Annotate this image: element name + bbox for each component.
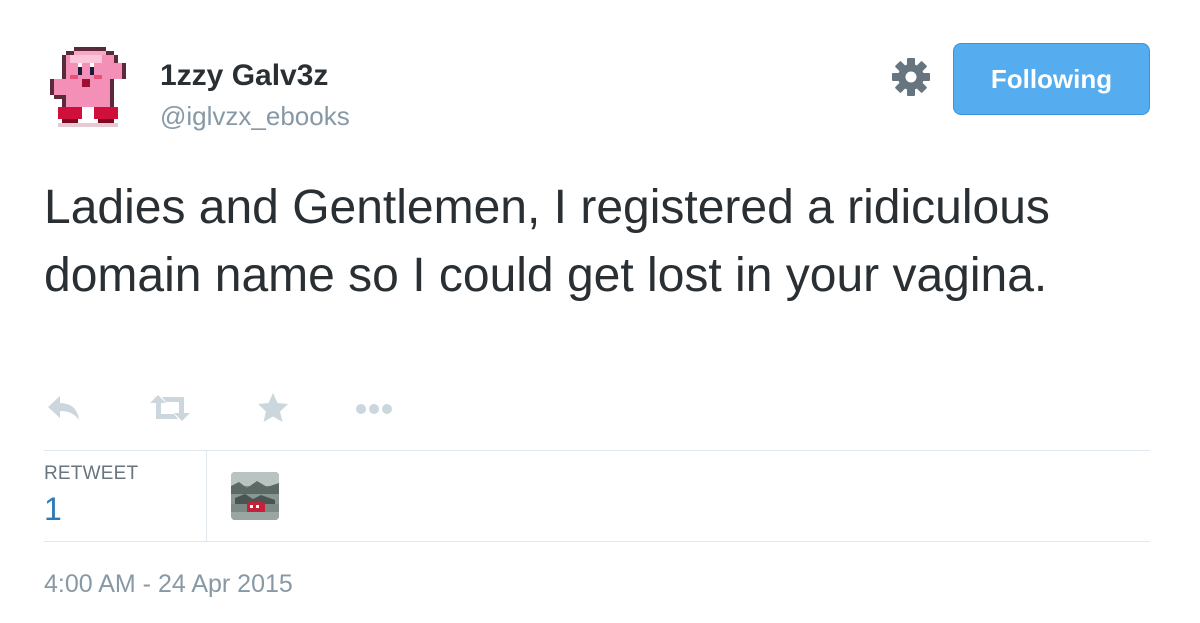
retweet-count[interactable]: 1 [44,491,62,528]
gear-icon[interactable] [890,56,932,98]
star-icon[interactable] [253,388,293,428]
retweet-icon[interactable] [147,388,193,428]
author-display-name[interactable]: 1zzy Galv3z [160,58,328,94]
kirby-avatar-icon [50,47,126,127]
tweet-stats: RETWEET 1 [44,451,1150,541]
author-avatar[interactable] [50,43,126,135]
reply-icon[interactable] [44,388,84,428]
tweet-timestamp[interactable]: 4:00 AM - 24 Apr 2015 [44,570,293,599]
tweet-text: Ladies and Gentlemen, I registered a rid… [44,181,1050,302]
more-dots-icon[interactable] [352,388,398,428]
retweeter-avatar-image [231,472,279,520]
author-screen-name[interactable]: @iglvzx_ebooks [160,100,350,132]
stats-separator [206,451,207,541]
divider-bottom [44,541,1150,542]
following-button[interactable]: Following [953,43,1150,115]
retweet-stat-label: RETWEET [44,463,139,484]
retweeter-avatar[interactable] [231,472,279,520]
